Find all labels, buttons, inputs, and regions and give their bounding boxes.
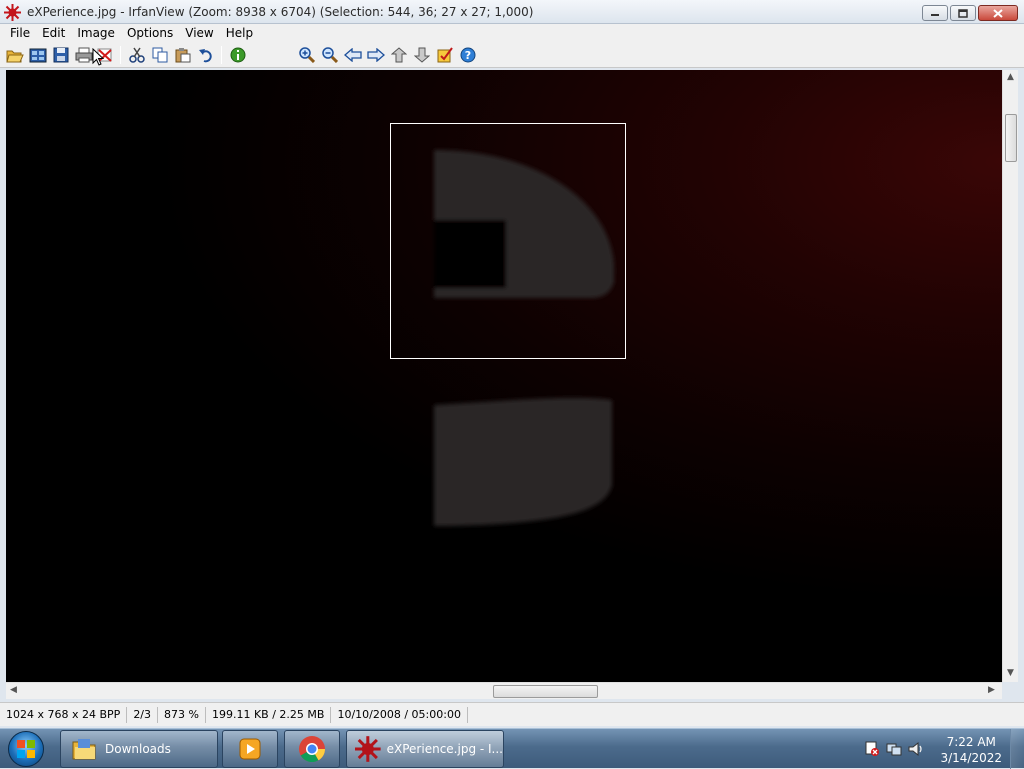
toolbar-separator: [120, 46, 121, 64]
svg-text:?: ?: [465, 49, 471, 62]
mouse-cursor-icon: [92, 48, 104, 66]
taskbar: Downloads eXPerience.jpg - I... 7:22 AM …: [0, 728, 1024, 769]
folder-icon: [72, 739, 96, 760]
cut-icon[interactable]: [127, 45, 147, 65]
status-dimensions: 1024 x 768 x 24 BPP: [0, 706, 128, 723]
status-zoom: 873 %: [158, 706, 206, 723]
selection-rectangle[interactable]: [390, 123, 626, 359]
clock[interactable]: 7:22 AM 3/14/2022: [940, 734, 1002, 766]
status-bar: 1024 x 768 x 24 BPP 2/3 873 % 199.11 KB …: [0, 702, 1024, 726]
start-button[interactable]: [8, 731, 44, 767]
help-icon[interactable]: ?: [458, 45, 478, 65]
next-icon[interactable]: [366, 45, 386, 65]
previous-icon[interactable]: [343, 45, 363, 65]
clock-date: 3/14/2022: [940, 751, 1002, 765]
minimize-button[interactable]: [922, 5, 948, 21]
save-icon[interactable]: [51, 45, 71, 65]
taskbar-item-label: Downloads: [105, 742, 171, 756]
close-icon: [993, 8, 1003, 18]
scroll-up-icon[interactable]: ▲: [1007, 72, 1014, 82]
menu-edit[interactable]: Edit: [36, 26, 71, 40]
status-index: 2/3: [127, 706, 159, 723]
menu-file[interactable]: File: [4, 26, 36, 40]
vertical-scrollbar[interactable]: ▲ ▼: [1002, 70, 1018, 682]
title-bar: eXPerience.jpg - IrfanView (Zoom: 8938 x…: [0, 0, 1024, 24]
windows-logo-icon: [17, 740, 35, 758]
toolbar: 872 ?: [0, 42, 1024, 106]
settings-icon[interactable]: [435, 45, 455, 65]
maximize-button[interactable]: [950, 5, 976, 21]
toolbar-separator: [221, 46, 222, 64]
taskbar-item-downloads[interactable]: Downloads: [60, 730, 218, 768]
zoom-out-icon[interactable]: [320, 45, 340, 65]
taskbar-item-label: eXPerience.jpg - I...: [386, 742, 503, 756]
clock-time: 7:22 AM: [946, 735, 996, 749]
maximize-icon: [958, 8, 968, 18]
status-size: 199.11 KB / 2.25 MB: [206, 706, 332, 723]
network-icon[interactable]: [886, 741, 902, 757]
open-icon[interactable]: [5, 45, 25, 65]
move-down-icon[interactable]: [412, 45, 432, 65]
vertical-scroll-thumb[interactable]: [1005, 114, 1017, 162]
chrome-icon: [299, 736, 326, 763]
show-desktop-button[interactable]: [1010, 729, 1024, 769]
menu-view[interactable]: View: [179, 26, 219, 40]
scroll-left-icon[interactable]: ◀: [10, 685, 17, 695]
media-player-icon: [239, 738, 261, 760]
taskbar-item-chrome[interactable]: [284, 730, 340, 768]
copy-icon[interactable]: [150, 45, 170, 65]
scroll-down-icon[interactable]: ▼: [1007, 668, 1014, 678]
print-icon[interactable]: [74, 45, 94, 65]
horizontal-scroll-thumb[interactable]: [493, 685, 598, 698]
taskbar-item-media-player[interactable]: [222, 730, 278, 768]
irfanview-icon: [355, 736, 381, 762]
system-tray: 7:22 AM 3/14/2022: [854, 729, 1024, 769]
window-controls: [922, 5, 1018, 21]
irfanview-icon[interactable]: [4, 4, 21, 21]
menu-help[interactable]: Help: [220, 26, 259, 40]
menu-bar: File Edit Image Options View Help: [0, 24, 1024, 42]
minimize-icon: [931, 14, 939, 16]
volume-icon[interactable]: [908, 741, 924, 757]
scroll-right-icon[interactable]: ▶: [988, 685, 995, 695]
action-center-icon[interactable]: [864, 741, 880, 757]
thumbnails-icon[interactable]: [28, 45, 48, 65]
window-title: eXPerience.jpg - IrfanView (Zoom: 8938 x…: [27, 5, 534, 19]
menu-options[interactable]: Options: [121, 26, 179, 40]
image-canvas[interactable]: [6, 70, 1002, 682]
move-up-icon[interactable]: [389, 45, 409, 65]
menu-image[interactable]: Image: [71, 26, 121, 40]
status-date: 10/10/2008 / 05:00:00: [331, 706, 468, 723]
zoom-in-icon[interactable]: [297, 45, 317, 65]
horizontal-scrollbar[interactable]: ◀ ▶: [6, 682, 1002, 699]
taskbar-item-irfanview[interactable]: eXPerience.jpg - I...: [346, 730, 504, 768]
close-button[interactable]: [978, 5, 1018, 21]
info-icon[interactable]: [228, 45, 248, 65]
paste-icon[interactable]: [173, 45, 193, 65]
undo-icon[interactable]: [196, 45, 216, 65]
